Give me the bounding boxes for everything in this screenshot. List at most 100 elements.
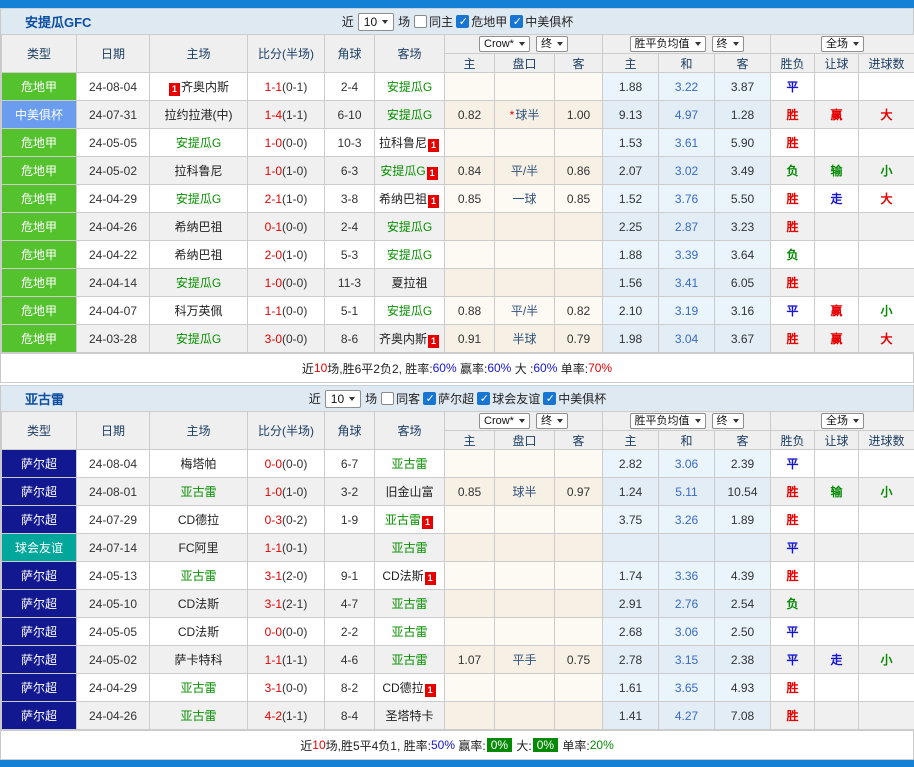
team-name-title: 安提瓜GFC [25, 12, 91, 31]
col-header-score: 比分(半场) [248, 412, 325, 450]
same-venue-checkbox[interactable] [414, 15, 427, 28]
odds-group-header: Crow* 终 [445, 412, 603, 431]
chevron-down-icon [382, 20, 388, 24]
chevron-down-icon [695, 42, 701, 46]
score: 1-0(1-0) [248, 157, 325, 185]
mean-time-select[interactable]: 终 [712, 413, 744, 429]
red-odds-badge-icon[interactable]: 1 [428, 139, 439, 152]
match-count-select[interactable]: 10 [325, 390, 361, 408]
team-name: 夏拉祖 [391, 276, 427, 290]
handicap: *球半 [495, 101, 555, 129]
team-name: 亚古雷 [391, 625, 427, 639]
same-venue-filter: 同主 [414, 13, 453, 30]
handicap [495, 534, 555, 562]
mean-type-select[interactable]: 胜平负均值 [630, 36, 706, 52]
league-filter-checkbox[interactable] [510, 15, 523, 28]
team-name: 亚古雷 [391, 541, 427, 555]
away-team: 安提瓜G [375, 101, 445, 129]
mean-type-select[interactable]: 胜平负均值 [630, 413, 706, 429]
league-filter-checkbox[interactable] [456, 15, 469, 28]
subcol-result-goals: 进球数 [859, 431, 914, 450]
red-odds-badge-icon[interactable]: 1 [422, 516, 433, 529]
league-type-badge: 危地甲 [2, 297, 77, 325]
red-odds-badge-icon[interactable]: 1 [169, 83, 180, 96]
league-type-badge: 危地甲 [2, 269, 77, 297]
mean-home: 1.88 [603, 241, 659, 269]
mean-time-select[interactable]: 终 [712, 36, 744, 52]
odds-group-header: Crow* 终 [445, 35, 603, 54]
handicap [495, 674, 555, 702]
mean-draw [659, 534, 715, 562]
league-filter: 危地甲 [456, 13, 507, 30]
home-team: 希纳巴祖 [150, 241, 248, 269]
fulltime-score: 1-4 [265, 108, 282, 122]
odds-time-select[interactable]: 终 [536, 36, 568, 52]
matches-label: 场 [364, 390, 378, 407]
mean-home: 1.24 [603, 478, 659, 506]
result-handicap: 走 [815, 185, 859, 213]
handicap-text: 一球 [512, 192, 536, 206]
away-team: 安提瓜G1 [375, 157, 445, 185]
halftime-score: (0-0) [282, 332, 307, 346]
corner-count: 9-1 [325, 562, 375, 590]
match-row: 危地甲24-03-28安提瓜G3-0(0-0)8-6齐奥内斯10.91半球0.7… [2, 325, 914, 353]
result-wdl: 胜 [771, 101, 815, 129]
league-filter-checkbox[interactable] [477, 392, 490, 405]
mean-away: 3.49 [715, 157, 771, 185]
mean-away: 5.90 [715, 129, 771, 157]
bookmaker-select[interactable]: Crow* [479, 36, 530, 52]
match-date: 24-04-26 [77, 213, 150, 241]
match-history-table-2: 类型 日期 主场 比分(半场) 角球 客场 Crow*终 胜平负均值终 全场 主… [1, 411, 914, 730]
team-name: 安提瓜G [176, 192, 221, 206]
red-odds-badge-icon[interactable]: 1 [427, 167, 438, 180]
match-date: 24-08-01 [77, 478, 150, 506]
team-name: 亚古雷 [391, 597, 427, 611]
subcol-odds-home: 主 [445, 54, 495, 73]
match-row: 危地甲24-04-29安提瓜G2-1(1-0)3-8希纳巴祖10.85一球0.8… [2, 185, 914, 213]
fulltime-score: 3-1 [265, 569, 282, 583]
red-odds-badge-icon[interactable]: 1 [425, 572, 436, 585]
halftime-score: (0-0) [282, 457, 307, 471]
odds-home [445, 562, 495, 590]
fulltime-score: 3-1 [265, 597, 282, 611]
fulltime-score: 1-0 [265, 485, 282, 499]
summary-segment: 场,胜5平4负1, 胜率: [326, 737, 431, 754]
red-odds-badge-icon[interactable]: 1 [428, 195, 439, 208]
col-header-corner: 角球 [325, 35, 375, 73]
red-odds-badge-icon[interactable]: 1 [425, 684, 436, 697]
score: 1-0(1-0) [248, 478, 325, 506]
same-venue-checkbox[interactable] [381, 392, 394, 405]
handicap [495, 618, 555, 646]
mean-away: 7.08 [715, 702, 771, 730]
team-name: CD德拉 [382, 681, 423, 695]
bookmaker-select[interactable]: Crow* [479, 413, 530, 429]
match-count-select[interactable]: 10 [358, 13, 394, 31]
league-type-badge: 危地甲 [2, 185, 77, 213]
corner-count: 8-2 [325, 674, 375, 702]
mean-away: 4.93 [715, 674, 771, 702]
result-wdl: 平 [771, 73, 815, 101]
match-row: 危地甲24-04-22希纳巴祖2-0(1-0)5-3安提瓜G1.883.393.… [2, 241, 914, 269]
summary-segment: 70% [588, 361, 612, 375]
scope-select[interactable]: 全场 [821, 413, 864, 429]
subcol-mean-home: 主 [603, 431, 659, 450]
fulltime-score: 3-1 [265, 681, 282, 695]
red-odds-badge-icon[interactable]: 1 [428, 335, 439, 348]
scope-select[interactable]: 全场 [821, 36, 864, 52]
result-handicap: 赢 [815, 101, 859, 129]
star-icon: * [510, 108, 515, 122]
mean-draw: 3.02 [659, 157, 715, 185]
result-goals [859, 674, 914, 702]
mean-home: 1.52 [603, 185, 659, 213]
league-filter-checkbox[interactable] [423, 392, 436, 405]
fulltime-score: 1-1 [265, 541, 282, 555]
home-team: 亚古雷 [150, 674, 248, 702]
score: 4-2(1-1) [248, 702, 325, 730]
section-1-filters: 近 10 场 同主 危地甲 中美俱杯 [341, 13, 573, 31]
section-2-titlebar: 亚古雷 近 10 场 同客 萨尔超 球会友谊 中美俱杯 [1, 385, 913, 411]
league-filter-checkbox[interactable] [543, 392, 556, 405]
result-wdl: 胜 [771, 213, 815, 241]
odds-time-select[interactable]: 终 [536, 413, 568, 429]
match-date: 24-05-05 [77, 129, 150, 157]
match-row: 萨尔超24-04-29亚古雷3-1(0-0)8-2CD德拉11.613.654.… [2, 674, 914, 702]
